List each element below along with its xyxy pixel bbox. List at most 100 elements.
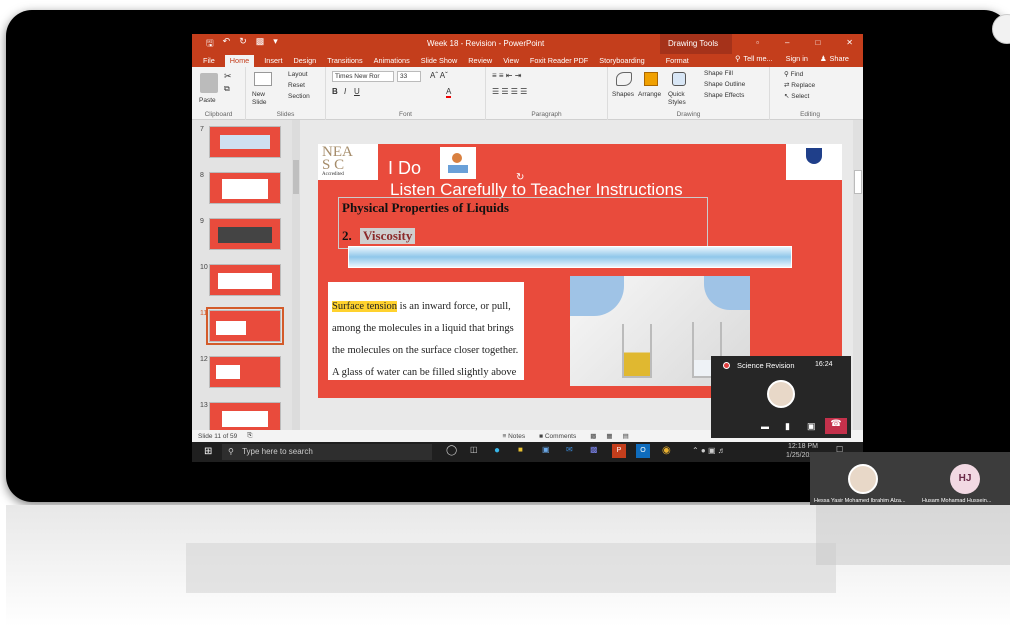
- quick-styles-button[interactable]: Quick Styles: [668, 91, 696, 107]
- store-icon[interactable]: ▣: [542, 445, 550, 454]
- file-explorer-icon[interactable]: ■: [518, 445, 523, 454]
- task-view-icon[interactable]: ◫: [470, 445, 478, 454]
- shape-effects-button[interactable]: Shape Effects: [704, 92, 744, 99]
- thumbnail-slide[interactable]: [209, 172, 281, 204]
- tab-insert[interactable]: Insert: [263, 56, 283, 67]
- tab-foxit[interactable]: Foxit Reader PDF: [529, 56, 589, 67]
- rotate-handle-icon[interactable]: ↻: [516, 172, 524, 183]
- group-clipboard: Paste ✂ ⧉ Clipboard: [192, 67, 246, 120]
- surface-tension-body: is an inward force, or pull, among the m…: [332, 301, 519, 378]
- font-grow-shrink-icon[interactable]: Aˆ Aˇ: [430, 71, 448, 80]
- chrome-icon[interactable]: ◉: [662, 445, 671, 456]
- reflection-shape: [816, 505, 1010, 565]
- section-button[interactable]: Section: [288, 93, 310, 100]
- arrange-icon[interactable]: [644, 72, 658, 86]
- start-slideshow-icon[interactable]: ▩: [256, 36, 265, 52]
- editing-group-label: Editing: [800, 111, 820, 118]
- copy-icon[interactable]: ⧉: [224, 84, 230, 94]
- glove-hand-icon: [570, 276, 624, 316]
- comments-label: Comments: [544, 432, 577, 440]
- tab-view[interactable]: View: [502, 56, 520, 67]
- slide-scrollbar[interactable]: [853, 120, 863, 430]
- outlook-icon[interactable]: O: [636, 444, 650, 458]
- paste-button[interactable]: Paste: [199, 97, 216, 104]
- recording-icon: [723, 362, 730, 369]
- tab-format[interactable]: Format: [665, 56, 690, 67]
- thumbnail-slide[interactable]: [209, 264, 281, 296]
- tab-home[interactable]: Home: [224, 55, 255, 67]
- save-icon[interactable]: 🖫: [206, 36, 214, 52]
- thumbnail-slide[interactable]: [209, 126, 281, 158]
- spellcheck-icon[interactable]: ⎘: [247, 432, 252, 440]
- cortana-icon[interactable]: ◯: [446, 445, 457, 456]
- maximize-icon[interactable]: □: [815, 38, 820, 47]
- align-icons[interactable]: ☰ ☰ ☰ ☰: [492, 87, 527, 96]
- powerpoint-taskbar-icon[interactable]: P: [612, 444, 626, 458]
- notes-button[interactable]: ≡ Notes: [502, 433, 525, 440]
- find-button[interactable]: ⚲ Find: [784, 70, 803, 78]
- new-slide-button[interactable]: New Slide: [252, 91, 276, 107]
- tab-design[interactable]: Design: [292, 56, 317, 67]
- arrange-button[interactable]: Arrange: [638, 91, 661, 98]
- thumbnail-slide[interactable]: [209, 356, 281, 388]
- tell-me-box[interactable]: ⚲ Tell me...: [734, 54, 775, 65]
- thumbnail-slide-selected[interactable]: [206, 307, 284, 345]
- share-button[interactable]: ♟ Share: [819, 54, 851, 65]
- comments-button[interactable]: ■ Comments: [539, 433, 576, 440]
- camera-icon[interactable]: ▬: [761, 422, 769, 431]
- redo-icon[interactable]: ↻: [239, 36, 247, 52]
- tab-animations[interactable]: Animations: [373, 56, 411, 67]
- close-icon[interactable]: ✕: [846, 38, 853, 47]
- layout-button[interactable]: Layout: [288, 71, 308, 78]
- italic-button[interactable]: I: [344, 87, 346, 96]
- tab-transitions[interactable]: Transitions: [326, 56, 363, 67]
- font-name-select[interactable]: Times New Ror: [332, 71, 394, 82]
- font-color-icon[interactable]: A: [446, 87, 452, 98]
- participant-name: Hessa Yasir Mohamed Ibrahim Alza...: [814, 498, 906, 504]
- tab-file[interactable]: File: [202, 56, 216, 67]
- edge-icon[interactable]: ●: [494, 445, 500, 456]
- system-tray-icons[interactable]: ⌃ ● ▣ ♬: [692, 446, 726, 455]
- undo-icon[interactable]: ↶: [223, 36, 231, 52]
- select-button[interactable]: ↖ Select: [784, 92, 809, 100]
- tab-review[interactable]: Review: [467, 56, 493, 67]
- teams-icon[interactable]: ▩: [590, 445, 598, 454]
- share-label: Share: [829, 54, 849, 63]
- bullets-icon[interactable]: ≡ ≡ ⇤ ⇥: [492, 71, 521, 80]
- tab-storyboarding[interactable]: Storyboarding: [598, 56, 645, 67]
- view-normal-icon[interactable]: ▩: [590, 432, 596, 440]
- font-size-select[interactable]: 33: [397, 71, 421, 82]
- windows-start-icon[interactable]: ⊞: [204, 446, 212, 457]
- new-slide-icon[interactable]: [254, 72, 272, 86]
- shapes-button[interactable]: Shapes: [612, 91, 634, 98]
- replace-button[interactable]: ⇄ Replace: [784, 81, 815, 89]
- mail-icon[interactable]: ✉: [566, 445, 573, 454]
- bold-button[interactable]: B: [332, 87, 338, 96]
- cut-icon[interactable]: ✂: [224, 71, 232, 82]
- minimize-icon[interactable]: –: [785, 38, 789, 47]
- reset-button[interactable]: Reset: [288, 82, 305, 89]
- quick-styles-icon[interactable]: [672, 72, 686, 86]
- thumbnail-slide[interactable]: [209, 218, 281, 250]
- tab-slide-show[interactable]: Slide Show: [420, 56, 459, 67]
- participant-avatar: [848, 464, 878, 494]
- thumbnails-scrollbar[interactable]: [292, 120, 300, 430]
- group-font: Times New Ror 33 Aˆ Aˇ B I U A Font: [326, 67, 486, 120]
- underline-button[interactable]: U: [354, 87, 360, 96]
- customize-icon[interactable]: ▾: [273, 36, 278, 52]
- clipboard-group-label: Clipboard: [204, 111, 233, 118]
- mic-icon[interactable]: ▮: [785, 421, 790, 432]
- shapes-icon[interactable]: [616, 72, 632, 86]
- ribbon-display-icon[interactable]: ▫: [756, 38, 759, 47]
- slide-counter: Slide 11 of 59: [198, 432, 238, 440]
- text-panel: Surface tension is an inward force, or p…: [328, 282, 524, 380]
- share-screen-icon[interactable]: ▣: [807, 421, 816, 432]
- sign-in-link[interactable]: Sign in: [785, 54, 809, 65]
- shape-outline-button[interactable]: Shape Outline: [704, 81, 745, 88]
- view-sorter-icon[interactable]: ▦: [606, 432, 612, 440]
- hang-up-button[interactable]: ☎: [825, 418, 847, 434]
- view-reading-icon[interactable]: ▤: [623, 432, 629, 440]
- taskbar-search-box[interactable]: ⚲ Type here to search: [222, 444, 432, 460]
- shape-fill-button[interactable]: Shape Fill: [704, 70, 733, 77]
- paste-icon[interactable]: [200, 73, 218, 93]
